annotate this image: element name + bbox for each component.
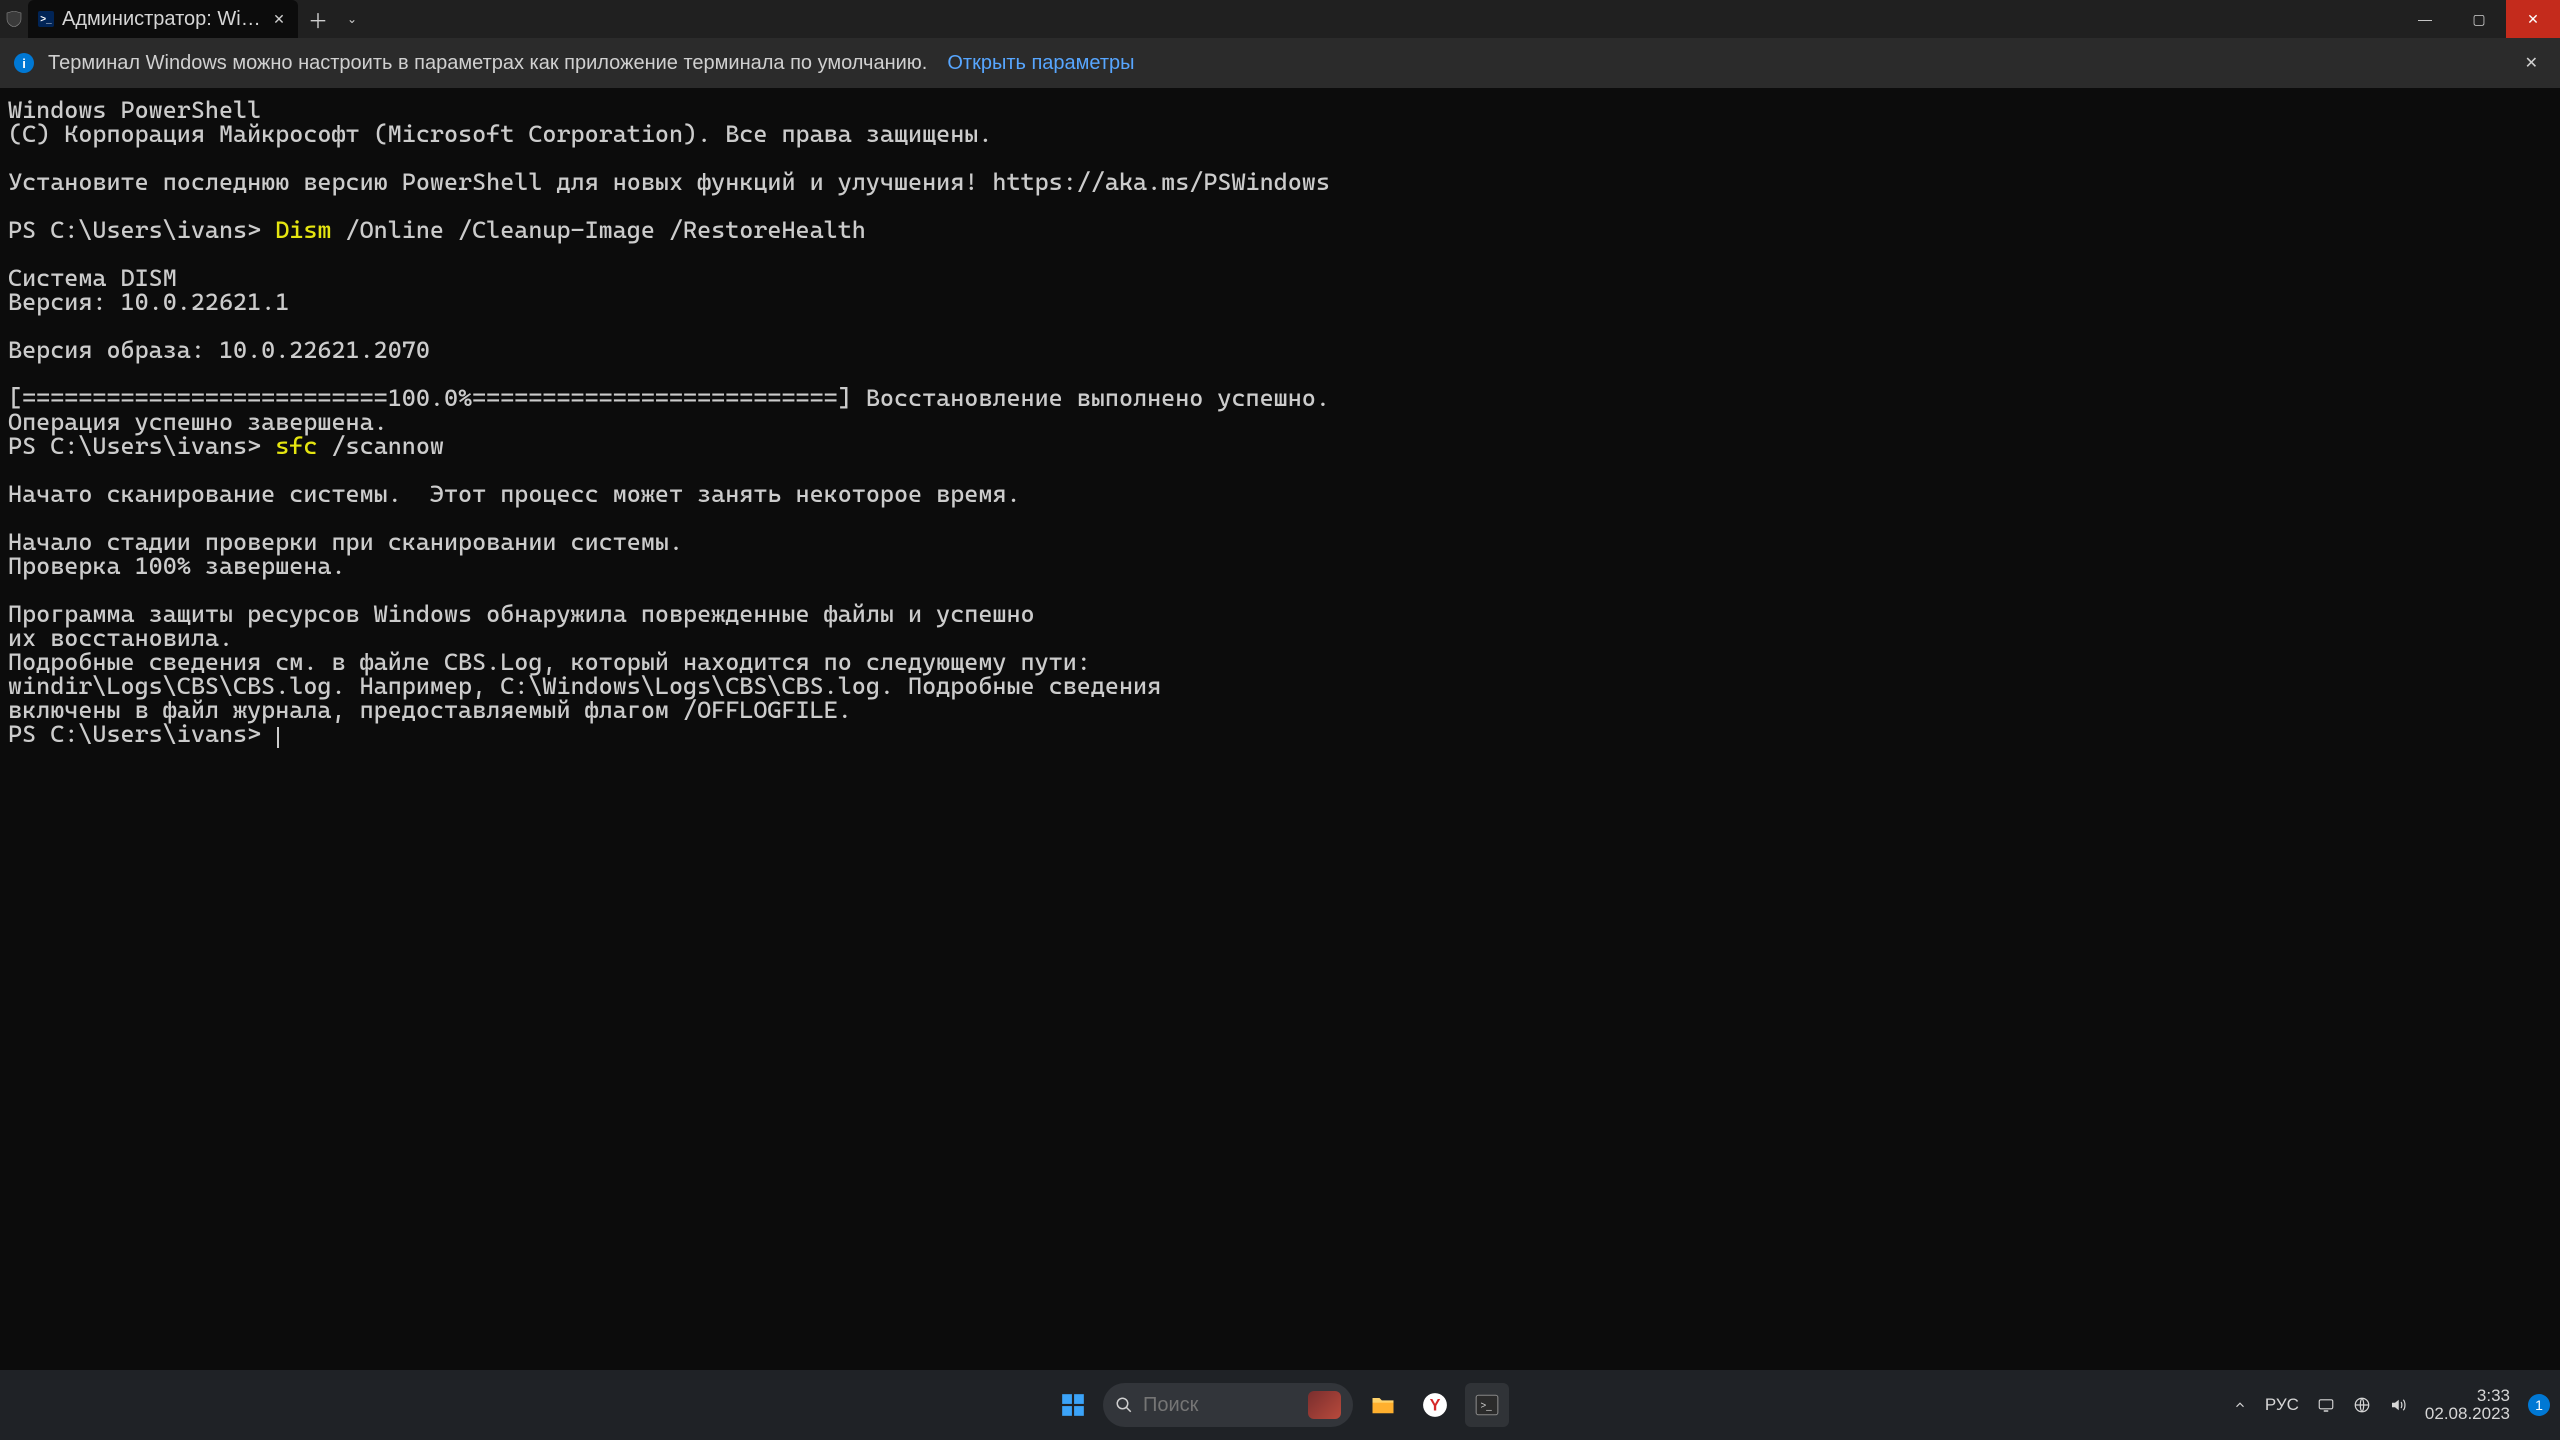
- search-icon: [1115, 1396, 1133, 1414]
- info-icon: i: [14, 53, 34, 73]
- svg-text:>_: >_: [1481, 1400, 1493, 1411]
- network-icon[interactable]: [2353, 1396, 2371, 1414]
- titlebar-drag-region[interactable]: [366, 0, 2398, 38]
- notice-text: Терминал Windows можно настроить в парам…: [48, 52, 927, 75]
- terminal-taskbar-button[interactable]: >_: [1465, 1383, 1509, 1427]
- file-explorer-button[interactable]: [1361, 1383, 1405, 1427]
- tray-overflow-button[interactable]: [2233, 1398, 2247, 1412]
- taskbar-time: 3:33: [2425, 1387, 2510, 1405]
- uac-shield-icon: [0, 11, 22, 27]
- window-close-button[interactable]: ✕: [2506, 0, 2560, 38]
- search-highlight-image: [1308, 1391, 1341, 1419]
- notice-close-button[interactable]: ✕: [2517, 49, 2546, 77]
- language-indicator[interactable]: РУС: [2265, 1395, 2299, 1415]
- terminal-output[interactable]: Windows PowerShell (C) Корпорация Майкро…: [0, 88, 2560, 758]
- tab-close-button[interactable]: ✕: [270, 10, 288, 28]
- default-terminal-notice: i Терминал Windows можно настроить в пар…: [0, 38, 2560, 88]
- volume-icon[interactable]: [2389, 1396, 2407, 1414]
- window-minimize-button[interactable]: —: [2398, 0, 2452, 38]
- new-tab-button[interactable]: ＋: [298, 5, 338, 34]
- windows-taskbar: Y >_ РУС 3:33 02.08.2023 1: [0, 1370, 2560, 1440]
- terminal-cursor: [277, 727, 279, 748]
- tab-dropdown-button[interactable]: ⌄: [338, 12, 366, 26]
- terminal-viewport[interactable]: Windows PowerShell (C) Корпорация Майкро…: [0, 88, 2560, 1370]
- open-settings-link[interactable]: Открыть параметры: [947, 52, 1134, 75]
- terminal-tab[interactable]: >_ Администратор: Windows Pc ✕: [28, 0, 298, 38]
- start-button[interactable]: [1051, 1383, 1095, 1427]
- taskbar-search-input[interactable]: [1143, 1394, 1298, 1417]
- nvidia-tray-icon[interactable]: [2317, 1396, 2335, 1414]
- powershell-icon: >_: [38, 11, 54, 27]
- taskbar-search[interactable]: [1103, 1383, 1353, 1427]
- notification-center-button[interactable]: 1: [2528, 1394, 2550, 1416]
- taskbar-clock[interactable]: 3:33 02.08.2023: [2425, 1387, 2510, 1423]
- taskbar-date: 02.08.2023: [2425, 1405, 2510, 1423]
- window-titlebar: >_ Администратор: Windows Pc ✕ ＋ ⌄ — ▢ ✕: [0, 0, 2560, 38]
- svg-text:Y: Y: [1430, 1396, 1441, 1414]
- yandex-browser-button[interactable]: Y: [1413, 1383, 1457, 1427]
- window-maximize-button[interactable]: ▢: [2452, 0, 2506, 38]
- tab-title: Администратор: Windows Pc: [62, 8, 264, 31]
